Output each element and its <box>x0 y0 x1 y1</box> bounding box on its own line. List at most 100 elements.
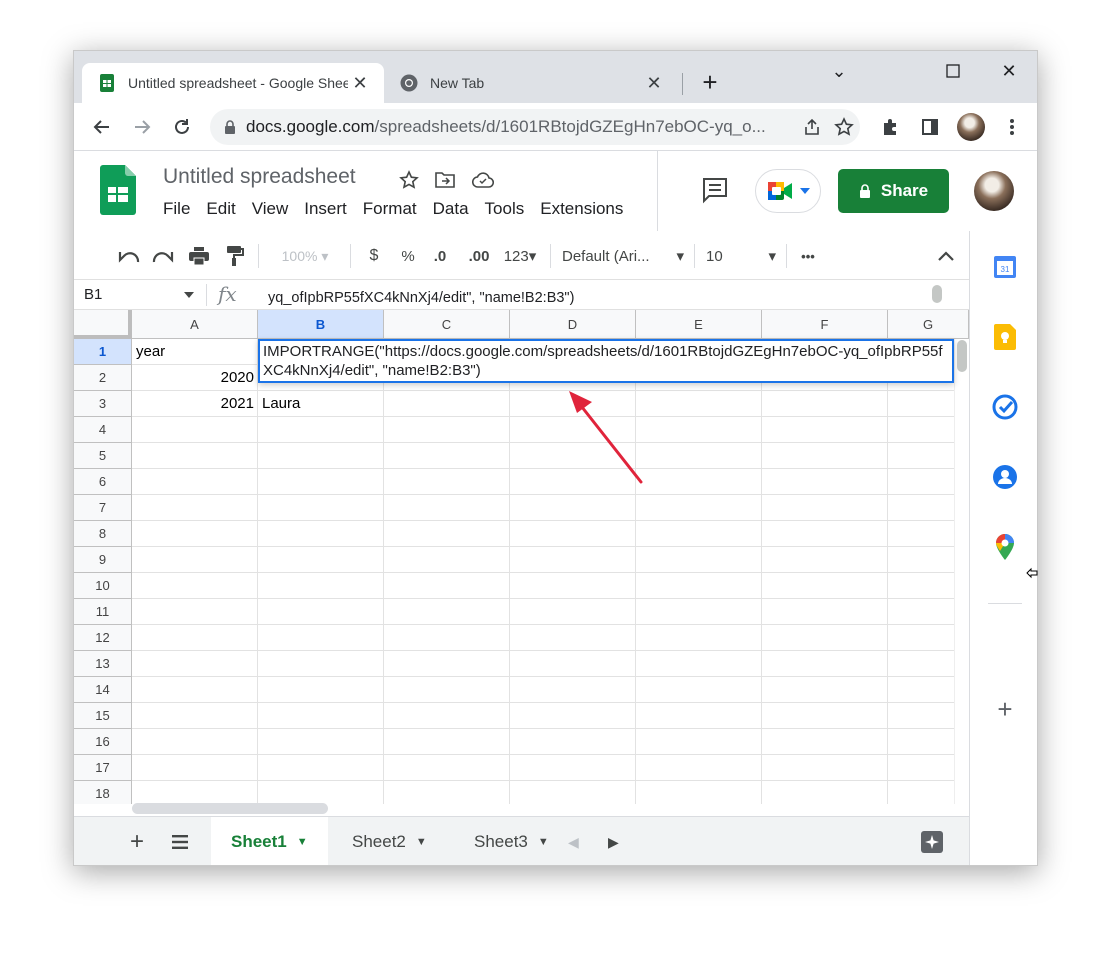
font-select[interactable]: Default (Ari... ▾ <box>562 244 684 268</box>
contacts-icon[interactable] <box>991 463 1019 491</box>
star-button[interactable] <box>396 167 422 193</box>
close-icon[interactable]: ✕ <box>642 71 666 95</box>
row-header[interactable]: 4 <box>74 417 132 443</box>
zoom-select[interactable]: 100% ▾ <box>270 244 340 268</box>
menu-insert[interactable]: Insert <box>304 199 347 219</box>
row-header[interactable]: 17 <box>74 755 132 781</box>
sheet-tab-sheet1[interactable]: Sheet1 ▼ <box>211 817 328 865</box>
row-header[interactable]: 9 <box>74 547 132 573</box>
share-button[interactable]: Share <box>838 169 949 213</box>
percent-format-button[interactable]: % <box>396 244 420 268</box>
tab-search-icon[interactable]: ⌄ <box>816 55 862 87</box>
tasks-icon[interactable] <box>991 393 1019 421</box>
explore-button[interactable] <box>910 817 954 865</box>
menu-file[interactable]: File <box>163 199 190 219</box>
side-panel-button[interactable] <box>916 113 944 141</box>
tab-new-tab[interactable]: New Tab ✕ <box>388 63 678 103</box>
more-options-button[interactable]: ••• <box>794 244 822 268</box>
account-avatar[interactable] <box>974 171 1014 211</box>
menu-extensions[interactable]: Extensions <box>540 199 623 219</box>
column-header[interactable]: D <box>510 310 636 339</box>
maps-icon[interactable] <box>991 533 1019 561</box>
bookmark-button[interactable] <box>828 111 860 143</box>
column-header[interactable]: C <box>384 310 510 339</box>
spreadsheet-grid[interactable]: A B C D E F G 1 2 3 4 5 6 7 8 9 10 11 12… <box>74 310 969 804</box>
row-header[interactable]: 12 <box>74 625 132 651</box>
move-button[interactable] <box>432 167 458 193</box>
column-header[interactable]: B <box>258 310 384 339</box>
cell-b3[interactable]: Laura <box>258 391 384 417</box>
new-tab-button[interactable]: + <box>696 69 724 97</box>
sheet-tab-sheet2[interactable]: Sheet2 ▼ <box>332 817 447 865</box>
scroll-tabs-left-button[interactable]: ◀ <box>554 817 593 865</box>
back-button[interactable] <box>88 113 116 141</box>
increase-decimal-button[interactable]: .00 <box>462 244 496 268</box>
menu-edit[interactable]: Edit <box>206 199 235 219</box>
plus-icon[interactable]: + <box>991 694 1019 724</box>
add-sheet-button[interactable]: + <box>124 817 150 865</box>
redo-button[interactable] <box>150 244 176 268</box>
print-button[interactable] <box>186 244 212 268</box>
row-header[interactable]: 2 <box>74 365 132 391</box>
row-header[interactable]: 15 <box>74 703 132 729</box>
close-icon[interactable]: ✕ <box>348 71 372 95</box>
currency-format-button[interactable]: $ <box>362 244 386 268</box>
extensions-button[interactable] <box>876 113 904 141</box>
column-header[interactable]: A <box>132 310 258 339</box>
menu-data[interactable]: Data <box>433 199 469 219</box>
keep-icon[interactable] <box>991 323 1019 351</box>
cell-a1[interactable]: year <box>132 339 258 365</box>
undo-button[interactable] <box>116 244 142 268</box>
paint-format-button[interactable] <box>222 244 248 268</box>
menu-format[interactable]: Format <box>363 199 417 219</box>
tab-sheets[interactable]: Untitled spreadsheet - Google Sheets ✕ <box>82 63 384 103</box>
vertical-scroll-thumb[interactable] <box>957 340 967 372</box>
row-header[interactable]: 14 <box>74 677 132 703</box>
scroll-tabs-right-button[interactable]: ▶ <box>594 817 633 865</box>
share-page-button[interactable] <box>796 111 828 143</box>
cell-editor[interactable]: IMPORTRANGE("https://docs.google.com/spr… <box>258 339 954 383</box>
column-header[interactable]: G <box>888 310 969 339</box>
comments-icon[interactable] <box>700 175 730 205</box>
horizontal-scroll-thumb[interactable] <box>132 803 328 814</box>
row-header[interactable]: 11 <box>74 599 132 625</box>
row-header[interactable]: 10 <box>74 573 132 599</box>
sheet-tab-sheet3[interactable]: Sheet3 ▼ <box>454 817 554 865</box>
column-header[interactable]: E <box>636 310 762 339</box>
font-size-select[interactable]: 10 ▾ <box>706 244 776 268</box>
formula-input[interactable]: yq_ofIpbRP55fXC4kNnXj4/edit", "name!B2:B… <box>268 290 574 306</box>
forward-button[interactable] <box>128 113 156 141</box>
all-sheets-button[interactable] <box>166 817 194 865</box>
name-box[interactable]: B1 <box>84 286 196 303</box>
row-header[interactable]: 13 <box>74 651 132 677</box>
menu-tools[interactable]: Tools <box>485 199 525 219</box>
cell-a3[interactable]: 2021 <box>132 391 258 417</box>
column-header[interactable]: F <box>762 310 888 339</box>
formula-scrollbar[interactable] <box>932 285 942 303</box>
cell-a2[interactable]: 2020 <box>132 365 258 391</box>
menu-view[interactable]: View <box>252 199 289 219</box>
address-bar[interactable]: docs.google.com/spreadsheets/d/1601RBtoj… <box>210 109 860 145</box>
document-title[interactable]: Untitled spreadsheet <box>163 165 356 189</box>
row-header[interactable]: 18 <box>74 781 132 804</box>
collapse-toolbar-button[interactable] <box>932 244 960 268</box>
row-header[interactable]: 1 <box>74 339 132 365</box>
row-header[interactable]: 16 <box>74 729 132 755</box>
reload-button[interactable] <box>168 113 196 141</box>
row-header[interactable]: 3 <box>74 391 132 417</box>
chrome-menu-button[interactable] <box>998 113 1026 141</box>
row-header[interactable]: 6 <box>74 469 132 495</box>
row-header[interactable]: 5 <box>74 443 132 469</box>
more-formats-button[interactable]: 123 ▾ <box>498 244 542 268</box>
profile-avatar[interactable] <box>957 113 985 141</box>
close-window-button[interactable]: ✕ <box>986 55 1032 87</box>
calendar-icon[interactable]: 31 <box>991 253 1019 281</box>
vertical-scrollbar[interactable] <box>954 339 969 804</box>
meet-button[interactable] <box>755 169 821 213</box>
select-all-corner[interactable] <box>74 310 132 339</box>
maximize-button[interactable] <box>930 55 976 87</box>
decrease-decimal-button[interactable]: .0 <box>426 244 454 268</box>
sheets-logo-icon[interactable] <box>100 165 136 215</box>
row-header[interactable]: 7 <box>74 495 132 521</box>
chevron-down-icon[interactable] <box>184 292 194 298</box>
